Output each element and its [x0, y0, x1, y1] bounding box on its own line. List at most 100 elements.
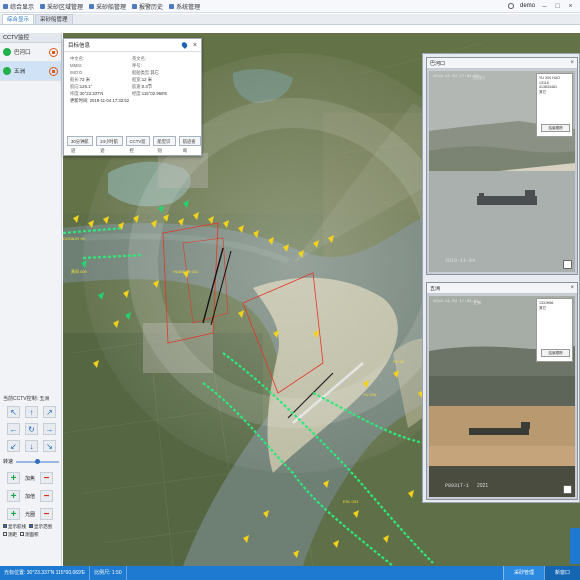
track-query-button[interactable]: 航迹查询 [178, 136, 201, 153]
check-row: 测距 测面积 [0, 531, 62, 539]
field-update-time: 更新时间: 2019-11-04 17:33:52 [70, 98, 130, 103]
arrow-down-icon[interactable]: ↓ [25, 440, 38, 452]
cctv-monitor-button[interactable]: CCTV监控 [125, 136, 151, 153]
zoom-row-iris: + 光圈 − [0, 505, 62, 523]
snapshot-icon[interactable] [563, 260, 572, 269]
tracking-info-box: YU XIN HUO 13118 413833481 其它 结束跟踪 [536, 73, 573, 137]
monitor-icon [3, 3, 8, 9]
snapshot-icon[interactable] [563, 485, 572, 494]
settings-icon [169, 3, 175, 9]
stop-icon[interactable] [49, 66, 58, 76]
tab-comprehensive[interactable]: 综合显示 [2, 14, 35, 24]
svg-text:黄冈 009: 黄冈 009 [71, 268, 88, 274]
arrow-up-left-icon[interactable]: ↖ [7, 406, 20, 418]
menu-alarm-history[interactable]: 报警历史 [129, 0, 166, 13]
video-title: 五洲 [430, 285, 441, 292]
camera-label: 巴河口 [14, 50, 31, 56]
ship-icon [89, 3, 95, 9]
plus-icon[interactable]: + [7, 490, 20, 502]
field-imo: IMO: 0 [70, 70, 82, 75]
reset-rotate-icon[interactable]: ↻ [25, 423, 38, 435]
online-status-icon [3, 48, 11, 56]
arrow-right-icon[interactable]: → [43, 423, 56, 435]
username[interactable]: demo [520, 3, 535, 9]
video-header: 巴河口 × [427, 58, 577, 69]
arrow-left-icon[interactable]: ← [7, 423, 20, 435]
close-icon[interactable]: × [193, 42, 197, 49]
end-tracking-button[interactable]: 结束跟踪 [541, 124, 570, 132]
close-icon[interactable]: × [567, 3, 574, 10]
checkbox-icon [20, 532, 24, 536]
track-24h-button[interactable]: 24小时航迹 [96, 136, 123, 153]
close-icon[interactable]: × [570, 60, 574, 66]
map-scale: 比例尺: 1:50 [90, 566, 127, 580]
field-en-name: 英文名: [132, 56, 147, 61]
new-window-button[interactable]: 新窗口 [543, 566, 580, 580]
cctv-video-panel: 巴河口 × 2019-11-04 17:33:52 巴河口 2019-11-04… [422, 53, 580, 503]
minus-icon[interactable]: − [40, 472, 53, 484]
track-30min-button[interactable]: 30分钟航迹 [67, 136, 94, 153]
menu-system[interactable]: 系统管理 [166, 0, 203, 13]
speed-slider[interactable] [16, 458, 59, 464]
slider-knob[interactable] [35, 458, 41, 464]
checkbox-icon [3, 532, 7, 536]
arrow-down-left-icon[interactable]: ↙ [7, 440, 20, 452]
speed-control: 转速 [0, 454, 62, 469]
field-width: 船宽: 12 米 [132, 77, 153, 82]
tracking-info-box: 133JH66 其它 结束跟踪 [536, 298, 573, 362]
menu-sand-zone[interactable]: 采砂区域管理 [37, 0, 86, 13]
minus-icon[interactable]: − [40, 490, 53, 502]
field-lat: 纬度: 30°23.337'N [70, 91, 104, 96]
plus-icon[interactable]: + [7, 472, 20, 484]
camera-item-wuzhou[interactable]: 五洲 [0, 62, 61, 81]
status-bar: 光标位置: 30°23.337'N 115°00.069'E 比例尺: 1:50… [0, 566, 580, 580]
side-float-tab[interactable] [570, 528, 580, 564]
popup-title: 目标信息 [68, 43, 91, 49]
arrow-up-icon[interactable]: ↑ [25, 406, 38, 418]
plus-icon[interactable]: + [7, 508, 20, 520]
checkbox-show-route[interactable]: 显示航线 [3, 524, 26, 530]
camera-item-bahekou[interactable]: 巴河口 [0, 43, 61, 62]
tab-sand-ship[interactable]: 采砂船管理 [35, 14, 73, 24]
sand-management-button[interactable]: 采砂管理 [502, 566, 544, 580]
menu-sand-ship[interactable]: 采砂船管理 [86, 0, 129, 13]
svg-text:DOSAJH 90: DOSAJH 90 [63, 236, 86, 241]
sidebar-title: CCTV监控 [0, 33, 61, 43]
field-mmsi: MMSI: [70, 63, 83, 68]
svg-text:HUANGG 011: HUANGG 011 [173, 269, 199, 274]
zoom-label: 光圈 [24, 511, 35, 518]
menu-comprehensive[interactable]: 综合显示 [0, 0, 37, 13]
popup-buttons: 30分钟航迹 24小时航迹 CCTV监控 船型识别 航迹查询 [67, 136, 201, 153]
field-course: 航向: 126.1° [70, 84, 93, 89]
video-frame[interactable]: 2019-11-04 17:33:52 巴河口 2019-11-04 YU XI… [429, 71, 575, 272]
maximize-icon[interactable]: □ [554, 3, 561, 10]
ptz-control-panel: 当前CCTV控制: 五洲 ↖ ↑ ↗ ← ↻ → ↙ ↓ ↘ 转速 + 加焦 −… [0, 393, 62, 539]
arrow-down-right-icon[interactable]: ↘ [43, 440, 56, 452]
video-frame[interactable]: 2019-11-04 17:33:52 五洲 P8931T-1 2021 133… [429, 296, 575, 497]
ship-recognition-button[interactable]: 船型识别 [153, 136, 176, 153]
minus-icon[interactable]: − [40, 508, 53, 520]
video-timestamp: 2019-11-04 17:33:52 [433, 75, 479, 79]
minimize-icon[interactable]: – [541, 3, 548, 10]
cursor-coords: 光标位置: 30°23.337'N 115°00.069'E [0, 566, 91, 580]
checkbox-icon [3, 524, 7, 528]
checkbox-measure-distance[interactable]: 测距 [3, 532, 17, 538]
field-callsign: 呼号: [132, 63, 142, 68]
checkbox-measure-area[interactable]: 测面积 [20, 532, 39, 538]
track-ship-type: 其它 [539, 305, 547, 310]
field-lon: 经度: 115°02.969'E [132, 91, 168, 96]
arrow-up-right-icon[interactable]: ↗ [43, 406, 56, 418]
video-bottom-overlay: P8931T-1 [445, 483, 470, 489]
close-icon[interactable]: × [570, 285, 574, 291]
checkbox-show-range[interactable]: 显示范围 [29, 524, 52, 530]
user-icon [507, 3, 514, 9]
zone-icon [40, 3, 46, 9]
track-ship-name: YU XIN HUO 13118 [539, 76, 560, 85]
svg-text:FD 09: FD 09 [393, 359, 405, 364]
track-ship-type: 其它 [539, 89, 547, 94]
speed-label: 转速 [3, 459, 14, 465]
video-header: 五洲 × [427, 283, 577, 294]
stop-icon[interactable] [49, 47, 58, 57]
online-status-icon [3, 67, 11, 75]
end-tracking-button[interactable]: 结束跟踪 [541, 349, 570, 357]
